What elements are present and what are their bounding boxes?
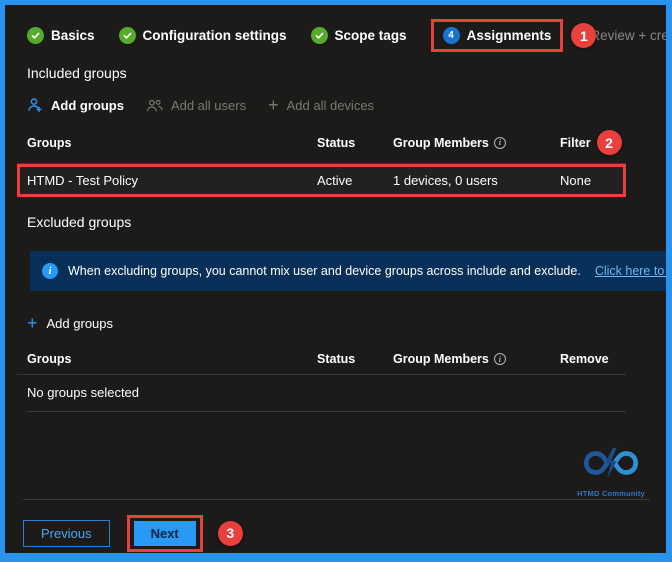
step-complete-icon	[27, 27, 44, 44]
tab-review-create[interactable]: Review + create	[590, 28, 669, 43]
add-all-users-button[interactable]: Add all users	[146, 98, 246, 113]
next-button[interactable]: Next	[133, 520, 196, 546]
plus-icon: +	[27, 313, 38, 333]
wizard-steps: Basics Configuration settings Scope tags…	[27, 19, 666, 52]
step-complete-icon	[310, 27, 328, 44]
column-header-remove: Remove	[560, 352, 609, 366]
tab-basics[interactable]: Basics	[27, 27, 95, 44]
tab-assignments[interactable]: 4 Assignments	[442, 27, 552, 44]
people-icon	[146, 99, 163, 111]
included-groups-table: Groups Status Group Members i Filter 2 H…	[17, 114, 626, 197]
step-label: Review + create	[590, 28, 669, 43]
add-all-devices-label: Add all devices	[286, 97, 375, 113]
htmd-logo-icon	[583, 447, 639, 479]
step-label: Scope tags	[334, 28, 407, 43]
annotation-badge-1: 1	[571, 23, 597, 48]
excluded-add-groups-button[interactable]: + Add groups	[27, 314, 666, 332]
step-number-badge: 4	[442, 27, 460, 44]
previous-button[interactable]: Previous	[23, 519, 110, 547]
empty-state-text: No groups selected	[27, 375, 626, 412]
column-header-group-members: Group Members	[393, 135, 489, 150]
plus-icon: +	[268, 95, 279, 115]
wizard-footer: Previous Next 3	[23, 499, 650, 553]
tab-scope-tags[interactable]: Scope tags	[310, 27, 407, 44]
wizard-window: Basics Configuration settings Scope tags…	[0, 0, 672, 562]
included-groups-title: Included groups	[27, 65, 127, 81]
column-header-groups: Groups	[27, 135, 72, 150]
excluded-add-groups-label: Add groups	[46, 315, 114, 331]
watermark-label: HTMD Community	[577, 489, 645, 498]
included-toolbar: Add groups Add all users + Add all devic…	[27, 96, 666, 114]
column-header-groups: Groups	[27, 352, 72, 366]
content-spacer: HTMD Community	[27, 412, 666, 499]
info-icon: i	[42, 263, 58, 279]
banner-message: When excluding groups, you cannot mix us…	[68, 264, 581, 278]
info-icon[interactable]: i	[493, 353, 506, 365]
learn-more-link[interactable]: Click here to learn more about	[595, 264, 666, 278]
step-complete-icon	[118, 27, 136, 44]
annotation-box-assignments: 4 Assignments	[430, 19, 564, 52]
info-banner: i When excluding groups, you cannot mix …	[30, 251, 666, 291]
group-members-cell: 1 devices, 0 users	[393, 173, 498, 188]
add-groups-label: Add groups	[51, 97, 124, 113]
annotation-badge-3: 3	[217, 520, 243, 546]
annotation-box-next: Next	[126, 514, 203, 552]
add-all-devices-button[interactable]: + Add all devices	[268, 96, 374, 114]
column-header-status: Status	[317, 352, 356, 366]
htmd-watermark: HTMD Community	[572, 444, 650, 498]
step-label: Assignments	[466, 28, 552, 43]
excluded-groups-title: Excluded groups	[27, 214, 132, 230]
add-groups-button[interactable]: Add groups	[27, 97, 124, 113]
column-header-filter: Filter	[560, 135, 591, 150]
excluded-groups-table: Groups Status Group Members i Remove No …	[17, 332, 626, 412]
info-icon[interactable]: i	[493, 136, 506, 149]
step-label: Basics	[51, 28, 95, 43]
filter-cell: None	[560, 173, 592, 188]
column-header-group-members: Group Members	[393, 352, 489, 366]
group-name-cell[interactable]: HTMD - Test Policy	[27, 173, 317, 188]
included-table-header: Groups Status Group Members i Filter 2	[17, 124, 626, 164]
status-cell: Active	[317, 173, 353, 188]
person-add-icon	[28, 98, 42, 113]
table-row[interactable]: HTMD - Test Policy Active 1 devices, 0 u…	[17, 164, 626, 197]
column-header-status: Status	[317, 135, 356, 150]
excluded-table-header: Groups Status Group Members i Remove	[17, 346, 626, 375]
step-label: Configuration settings	[142, 28, 287, 43]
annotation-badge-2: 2	[596, 130, 622, 155]
tab-configuration-settings[interactable]: Configuration settings	[118, 27, 287, 44]
wizard-content: Basics Configuration settings Scope tags…	[5, 5, 666, 553]
add-all-users-label: Add all users	[170, 97, 247, 113]
